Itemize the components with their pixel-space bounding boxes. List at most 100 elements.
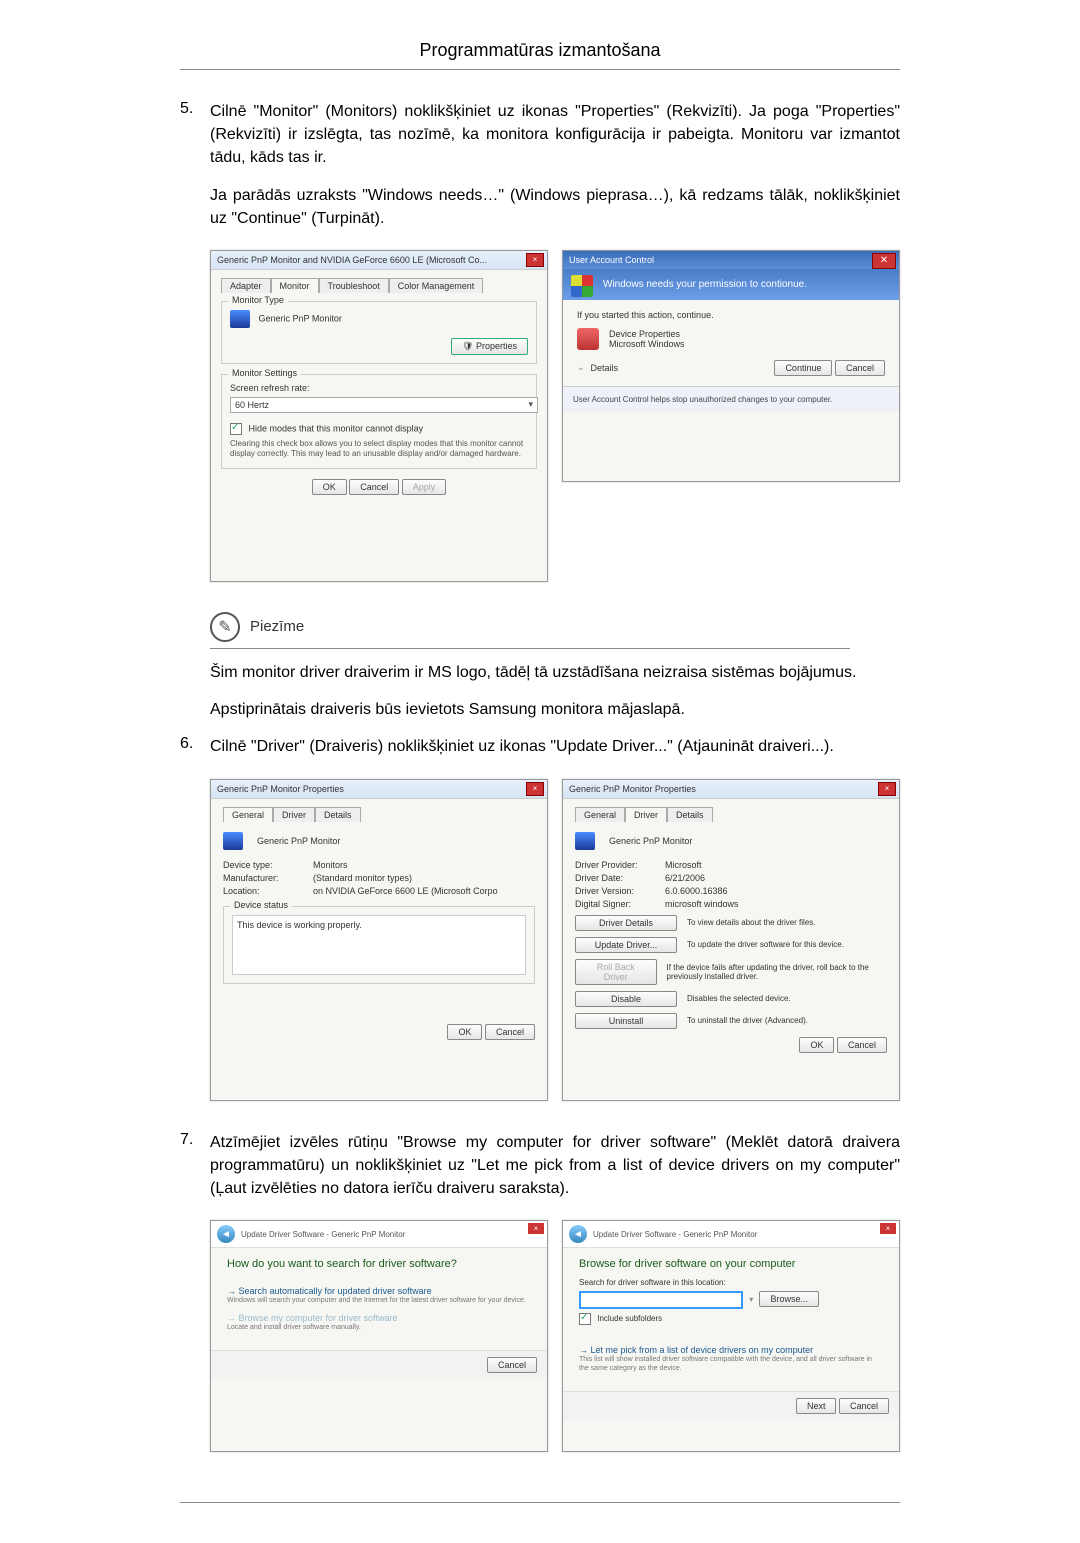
uac-title: User Account Control: [569, 255, 654, 265]
cancel-button[interactable]: Cancel: [349, 479, 399, 495]
dialog-title: Generic PnP Monitor Properties: [217, 784, 344, 794]
digital-signer-label: Digital Signer:: [575, 899, 665, 909]
step5-line2: Ja parādās uzraksts "Windows needs…" (Wi…: [210, 184, 900, 230]
cancel-button[interactable]: Cancel: [839, 1398, 889, 1414]
ok-button[interactable]: OK: [447, 1024, 482, 1040]
device-properties-icon: [577, 328, 599, 350]
device-status-label: Device status: [230, 900, 292, 910]
apply-button[interactable]: Apply: [402, 479, 447, 495]
close-icon[interactable]: ×: [878, 782, 896, 796]
details-toggle[interactable]: Details: [591, 363, 619, 373]
refresh-rate-label: Screen refresh rate:: [230, 383, 528, 393]
monitor-name: Generic PnP Monitor: [259, 313, 342, 323]
include-subfolders-label: Include subfolders: [597, 1314, 662, 1323]
close-icon[interactable]: ×: [526, 253, 544, 267]
monitor-icon: [230, 310, 250, 328]
close-icon[interactable]: ×: [528, 1223, 544, 1234]
driver-version-value: 6.0.6000.16386: [665, 886, 728, 896]
note-body-2: Apstiprinātais draiveris būs ievietots S…: [210, 698, 900, 721]
note-title: Piezīme: [250, 618, 304, 635]
manufacturer-value: (Standard monitor types): [313, 873, 412, 883]
back-icon[interactable]: ◄: [569, 1225, 587, 1243]
tab-color-management[interactable]: Color Management: [389, 278, 484, 293]
properties-button-label: Properties: [476, 341, 517, 351]
roll-back-driver-desc: If the device fails after updating the d…: [667, 963, 887, 981]
tab-monitor[interactable]: Monitor: [271, 278, 319, 293]
option-browse-sub: Locate and install driver software manua…: [227, 1323, 531, 1332]
dialog-title-bar: Generic PnP Monitor Properties ×: [563, 780, 899, 799]
step-text: Cilnē "Driver" (Draiveris) noklikšķiniet…: [210, 735, 834, 758]
cancel-button[interactable]: Cancel: [837, 1037, 887, 1053]
device-type-value: Monitors: [313, 860, 348, 870]
tab-details[interactable]: Details: [315, 807, 361, 822]
close-icon[interactable]: ×: [880, 1223, 896, 1234]
step-7: 7. Atzīmējiet izvēles rūtiņu "Browse my …: [180, 1131, 900, 1201]
step-number: 5.: [180, 100, 210, 230]
device-name: Generic PnP Monitor: [609, 836, 692, 846]
note-body-1: Šim monitor driver draiverim ir MS logo,…: [210, 661, 900, 684]
tab-details[interactable]: Details: [667, 807, 713, 822]
close-icon[interactable]: ✕: [872, 253, 896, 269]
screenshot-props-general: Generic PnP Monitor Properties × General…: [210, 779, 548, 1101]
group-monitor-type: Monitor Type: [228, 295, 288, 305]
monitor-icon: [223, 832, 243, 850]
ok-button[interactable]: OK: [312, 479, 347, 495]
update-driver-desc: To update the driver software for this d…: [687, 940, 844, 949]
option-browse-computer[interactable]: → Browse my computer for driver software…: [227, 1313, 531, 1332]
dialog-title-bar: Generic PnP Monitor Properties ×: [211, 780, 547, 799]
option-pick-from-list[interactable]: → Let me pick from a list of device driv…: [579, 1345, 883, 1373]
screenshot-row-3: × ◄ Update Driver Software - Generic PnP…: [210, 1220, 900, 1452]
tab-adapter[interactable]: Adapter: [221, 278, 271, 293]
uac-line1: If you started this action, continue.: [577, 310, 885, 320]
hide-modes-help: Clearing this check box allows you to se…: [230, 439, 528, 460]
driver-date-label: Driver Date:: [575, 873, 665, 883]
tab-general[interactable]: General: [575, 807, 625, 822]
cancel-button[interactable]: Cancel: [485, 1024, 535, 1040]
next-button[interactable]: Next: [796, 1398, 837, 1414]
back-icon[interactable]: ◄: [217, 1225, 235, 1243]
wizard-heading: Browse for driver software on your compu…: [563, 1248, 899, 1274]
dropdown-icon[interactable]: ▾: [749, 1295, 753, 1304]
properties-button[interactable]: 🛡 Properties: [451, 338, 528, 355]
uac-publisher: Microsoft Windows: [609, 339, 685, 349]
tab-general[interactable]: General: [223, 807, 273, 822]
update-driver-button[interactable]: Update Driver...: [575, 937, 677, 953]
disable-button[interactable]: Disable: [575, 991, 677, 1007]
ok-button[interactable]: OK: [799, 1037, 834, 1053]
page-footer-divider: [180, 1502, 900, 1503]
driver-provider-value: Microsoft: [665, 860, 702, 870]
cancel-button[interactable]: Cancel: [835, 360, 885, 376]
page-title: Programmatūras izmantošana: [180, 40, 900, 70]
cancel-button[interactable]: Cancel: [487, 1357, 537, 1373]
wizard-breadcrumb: Update Driver Software - Generic PnP Mon…: [241, 1230, 405, 1239]
uac-title-bar: User Account Control ✕: [563, 251, 899, 269]
chevron-down-icon[interactable]: ⌄: [577, 362, 585, 373]
manufacturer-label: Manufacturer:: [223, 873, 313, 883]
uninstall-desc: To uninstall the driver (Advanced).: [687, 1016, 808, 1025]
wizard-heading: How do you want to search for driver sof…: [211, 1248, 547, 1274]
tab-driver[interactable]: Driver: [625, 807, 667, 822]
option-search-auto[interactable]: → Search automatically for updated drive…: [227, 1286, 531, 1305]
driver-details-desc: To view details about the driver files.: [687, 918, 816, 927]
uac-banner-text: Windows needs your permission to contion…: [603, 279, 807, 290]
dialog-title: Generic PnP Monitor Properties: [569, 784, 696, 794]
browse-button[interactable]: Browse...: [759, 1291, 819, 1307]
roll-back-driver-button[interactable]: Roll Back Driver: [575, 959, 657, 985]
screenshot-props-driver: Generic PnP Monitor Properties × General…: [562, 779, 900, 1101]
continue-button[interactable]: Continue: [774, 360, 832, 376]
refresh-rate-select[interactable]: 60 Hertz: [230, 397, 538, 413]
tab-driver[interactable]: Driver: [273, 807, 315, 822]
location-value: on NVIDIA GeForce 6600 LE (Microsoft Cor…: [313, 886, 498, 896]
digital-signer-value: microsoft windows: [665, 899, 739, 909]
close-icon[interactable]: ×: [526, 782, 544, 796]
step-text: Cilnē "Monitor" (Monitors) noklikšķiniet…: [210, 100, 900, 230]
screenshot-uac-dialog: User Account Control ✕ Windows needs you…: [562, 250, 900, 482]
driver-details-button[interactable]: Driver Details: [575, 915, 677, 931]
device-type-label: Device type:: [223, 860, 313, 870]
note-icon: ✎: [210, 612, 240, 642]
hide-modes-checkbox[interactable]: [230, 423, 242, 435]
include-subfolders-checkbox[interactable]: [579, 1313, 591, 1325]
location-input[interactable]: [579, 1291, 743, 1309]
tab-troubleshoot[interactable]: Troubleshoot: [319, 278, 389, 293]
uninstall-button[interactable]: Uninstall: [575, 1013, 677, 1029]
